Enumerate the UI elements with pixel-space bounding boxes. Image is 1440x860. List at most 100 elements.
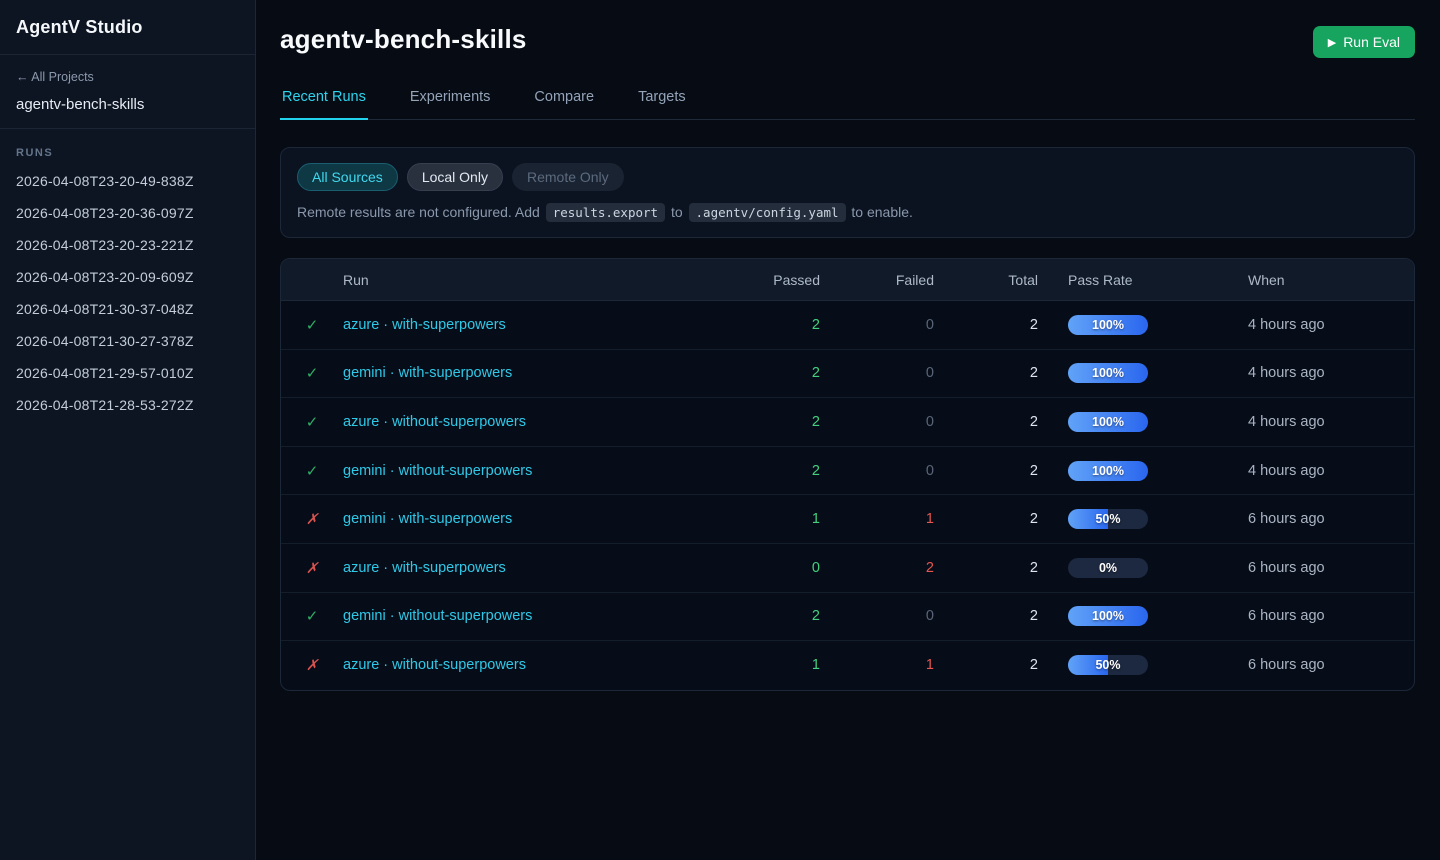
run-link[interactable]: gemini · without-superpowers <box>343 608 532 624</box>
main-content: agentv-bench-skills ▶ Run Eval Recent Ru… <box>256 0 1440 860</box>
sidebar-run-item[interactable]: 2026-04-08T23-20-23-221Z <box>0 229 255 261</box>
all-projects-back-link[interactable]: ← All Projects <box>16 70 94 84</box>
table-row[interactable]: ✓ azure · with-superpowers 2 0 2 100% 4 … <box>281 301 1414 350</box>
column-header-run: Run <box>343 272 730 288</box>
sidebar-run-item[interactable]: 2026-04-08T21-30-27-378Z <box>0 325 255 357</box>
run-link[interactable]: azure · with-superpowers <box>343 317 506 333</box>
chip-local-only[interactable]: Local Only <box>407 163 503 191</box>
total-count: 2 <box>934 414 1038 430</box>
sidebar-project-name: agentv-bench-skills <box>16 96 239 113</box>
pass-rate-badge: 100% <box>1068 363 1148 383</box>
table-row[interactable]: ✗ azure · without-superpowers 1 1 2 50% … <box>281 641 1414 690</box>
passed-count: 2 <box>730 317 820 333</box>
run-link[interactable]: gemini · with-superpowers <box>343 365 512 381</box>
table-row[interactable]: ✗ azure · with-superpowers 0 2 2 0% 6 ho… <box>281 544 1414 593</box>
chip-all-sources[interactable]: All Sources <box>297 163 398 191</box>
status-icon: ✗ <box>281 559 343 577</box>
table-row[interactable]: ✗ gemini · with-superpowers 1 1 2 50% 6 … <box>281 495 1414 544</box>
total-count: 2 <box>934 463 1038 479</box>
code-config-yaml: .agentv/config.yaml <box>689 203 846 222</box>
pass-rate-label: 50% <box>1068 509 1148 529</box>
failed-count: 0 <box>820 317 934 333</box>
when-text: 4 hours ago <box>1248 463 1411 479</box>
when-text: 6 hours ago <box>1248 511 1411 527</box>
sidebar-run-list: 2026-04-08T23-20-49-838Z2026-04-08T23-20… <box>0 165 255 421</box>
pass-rate-cell: 100% <box>1038 363 1248 383</box>
pass-rate-badge: 0% <box>1068 558 1148 578</box>
table-header-row: Run Passed Failed Total Pass Rate When <box>281 259 1414 301</box>
total-count: 2 <box>934 365 1038 381</box>
tab-targets[interactable]: Targets <box>636 89 688 120</box>
pass-rate-cell: 100% <box>1038 412 1248 432</box>
passed-count: 1 <box>730 511 820 527</box>
failed-count: 0 <box>820 608 934 624</box>
run-link[interactable]: azure · without-superpowers <box>343 657 526 673</box>
passed-count: 2 <box>730 463 820 479</box>
run-link[interactable]: azure · with-superpowers <box>343 560 506 576</box>
status-icon: ✓ <box>281 413 343 431</box>
when-text: 6 hours ago <box>1248 608 1411 624</box>
passed-count: 2 <box>730 414 820 430</box>
table-row[interactable]: ✓ gemini · without-superpowers 2 0 2 100… <box>281 593 1414 642</box>
passed-count: 2 <box>730 608 820 624</box>
status-icon: ✗ <box>281 510 343 528</box>
app-header: AgentV Studio <box>0 0 255 55</box>
pass-rate-label: 100% <box>1068 461 1148 481</box>
pass-rate-badge: 100% <box>1068 606 1148 626</box>
sidebar-run-item[interactable]: 2026-04-08T21-30-37-048Z <box>0 293 255 325</box>
sidebar-run-item[interactable]: 2026-04-08T23-20-49-838Z <box>0 165 255 197</box>
pass-rate-cell: 100% <box>1038 315 1248 335</box>
column-header-pass-rate: Pass Rate <box>1038 272 1248 288</box>
failed-count: 2 <box>820 560 934 576</box>
status-icon: ✓ <box>281 316 343 334</box>
pass-rate-label: 100% <box>1068 412 1148 432</box>
run-eval-label: Run Eval <box>1343 34 1400 50</box>
table-row[interactable]: ✓ gemini · without-superpowers 2 0 2 100… <box>281 447 1414 496</box>
when-text: 6 hours ago <box>1248 657 1411 673</box>
when-text: 6 hours ago <box>1248 560 1411 576</box>
table-row[interactable]: ✓ gemini · with-superpowers 2 0 2 100% 4… <box>281 350 1414 399</box>
play-icon: ▶ <box>1328 36 1336 49</box>
sidebar-run-item[interactable]: 2026-04-08T23-20-36-097Z <box>0 197 255 229</box>
pass-rate-cell: 100% <box>1038 606 1248 626</box>
status-icon: ✗ <box>281 656 343 674</box>
tab-recent-runs[interactable]: Recent Runs <box>280 89 368 120</box>
table-row[interactable]: ✓ azure · without-superpowers 2 0 2 100%… <box>281 398 1414 447</box>
pass-rate-label: 100% <box>1068 363 1148 383</box>
table-body: ✓ azure · with-superpowers 2 0 2 100% 4 … <box>281 301 1414 690</box>
pass-rate-cell: 50% <box>1038 655 1248 675</box>
page-header: agentv-bench-skills ▶ Run Eval <box>280 24 1415 58</box>
sidebar: AgentV Studio ← All Projects agentv-benc… <box>0 0 256 860</box>
run-link[interactable]: gemini · without-superpowers <box>343 463 532 479</box>
failed-count: 0 <box>820 463 934 479</box>
column-header-total: Total <box>934 272 1038 288</box>
pass-rate-cell: 0% <box>1038 558 1248 578</box>
tab-experiments[interactable]: Experiments <box>408 89 493 120</box>
page-title: agentv-bench-skills <box>280 24 527 55</box>
sidebar-run-item[interactable]: 2026-04-08T23-20-09-609Z <box>0 261 255 293</box>
pass-rate-label: 0% <box>1068 558 1148 578</box>
pass-rate-label: 100% <box>1068 315 1148 335</box>
passed-count: 0 <box>730 560 820 576</box>
status-icon: ✓ <box>281 607 343 625</box>
run-link[interactable]: gemini · with-superpowers <box>343 511 512 527</box>
pass-rate-badge: 50% <box>1068 655 1148 675</box>
run-link[interactable]: azure · without-superpowers <box>343 414 526 430</box>
runs-table: Run Passed Failed Total Pass Rate When ✓… <box>280 258 1415 691</box>
pass-rate-badge: 100% <box>1068 461 1148 481</box>
column-header-when: When <box>1248 272 1411 288</box>
total-count: 2 <box>934 608 1038 624</box>
failed-count: 0 <box>820 365 934 381</box>
sidebar-run-item[interactable]: 2026-04-08T21-29-57-010Z <box>0 357 255 389</box>
pass-rate-badge: 50% <box>1068 509 1148 529</box>
runs-section-label: RUNS <box>0 129 255 165</box>
remote-config-note: Remote results are not configured. Add r… <box>297 204 1398 220</box>
when-text: 4 hours ago <box>1248 414 1411 430</box>
failed-count: 1 <box>820 511 934 527</box>
tabs: Recent Runs Experiments Compare Targets <box>280 89 1415 120</box>
app-title: AgentV Studio <box>16 17 239 38</box>
run-eval-button[interactable]: ▶ Run Eval <box>1313 26 1415 58</box>
total-count: 2 <box>934 511 1038 527</box>
tab-compare[interactable]: Compare <box>532 89 596 120</box>
sidebar-run-item[interactable]: 2026-04-08T21-28-53-272Z <box>0 389 255 421</box>
